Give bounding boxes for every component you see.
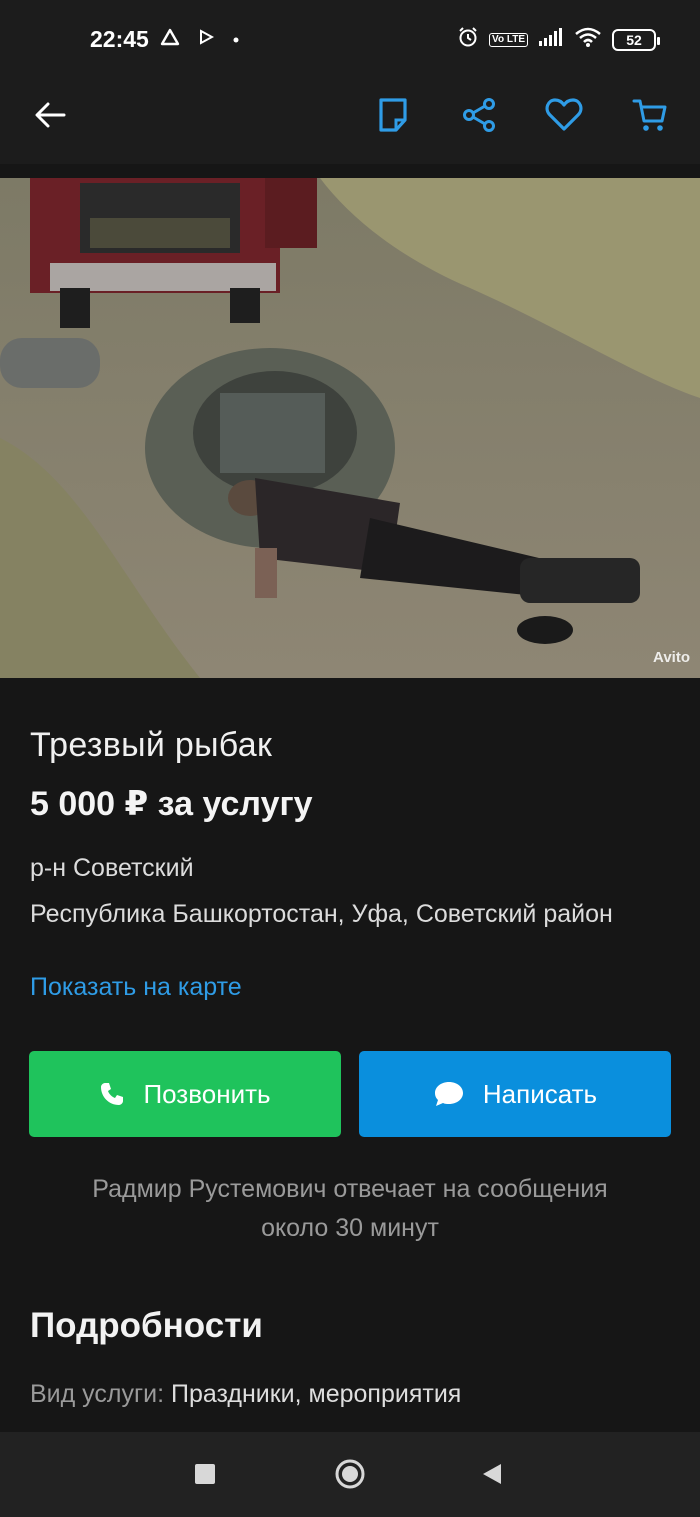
status-time: 22:45	[90, 26, 149, 52]
wifi-icon	[574, 26, 602, 53]
favorite-button[interactable]	[541, 92, 587, 138]
phone-icon	[101, 1083, 124, 1105]
call-button-label: Позвонить	[143, 1078, 271, 1109]
write-button[interactable]: Написать	[359, 1051, 671, 1137]
system-nav-bar	[0, 1432, 700, 1517]
recents-button[interactable]	[193, 1462, 217, 1486]
listing-photo[interactable]: Avito	[0, 178, 700, 678]
play-icon	[198, 29, 215, 50]
back-triangle-icon	[483, 1464, 501, 1484]
listing-address: Республика Башкортостан, Уфа, Советский …	[30, 900, 613, 928]
reply-line-2: около 30 минут	[261, 1214, 439, 1242]
note-icon	[379, 98, 407, 132]
status-left-icons	[160, 28, 240, 51]
detail-row-service-type: Вид услуги: Праздники, мероприятия	[30, 1380, 461, 1409]
reply-line-1: Радмир Рустемович отвечает на сообщения	[92, 1175, 608, 1203]
detail-value: Праздники, мероприятия	[170, 1380, 462, 1408]
back-button[interactable]	[27, 92, 73, 138]
cart-button[interactable]	[627, 92, 673, 138]
note-button[interactable]	[370, 92, 416, 138]
dot-icon	[232, 31, 240, 49]
fisherman-photo-image	[0, 178, 700, 678]
detail-key: Вид услуги:	[30, 1380, 165, 1408]
signal-icon	[538, 27, 564, 52]
listing-district: р-н Советский	[30, 854, 194, 882]
back-nav-button[interactable]	[480, 1462, 504, 1486]
call-button[interactable]: Позвонить	[29, 1051, 341, 1137]
home-button[interactable]	[334, 1458, 366, 1490]
status-bar: 22:45 Vo LTE 52	[0, 0, 700, 66]
battery-icon: 52	[612, 28, 660, 51]
recents-square-icon	[195, 1464, 215, 1484]
listing-price: 5 000 ₽ за услугу	[30, 785, 313, 823]
chat-bubble-icon	[434, 1082, 463, 1106]
details-heading: Подробности	[30, 1306, 263, 1345]
heart-icon	[545, 98, 583, 131]
cart-icon	[632, 99, 667, 131]
share-icon	[463, 98, 495, 132]
avito-watermark: Avito	[653, 649, 690, 666]
seller-reply-time: Радмир Рустемович отвечает на сообщения …	[0, 1170, 700, 1248]
show-on-map-link[interactable]: Показать на карте	[30, 973, 242, 1002]
write-button-label: Написать	[482, 1078, 598, 1109]
volte-icon: Vo LTE	[489, 32, 528, 47]
home-circle-icon	[335, 1459, 365, 1489]
status-right-icons: Vo LTE 52	[457, 26, 660, 53]
drive-icon	[160, 28, 180, 51]
back-arrow-icon	[35, 102, 66, 128]
top-toolbar	[0, 66, 700, 164]
listing-title: Трезвый рыбак	[30, 726, 273, 764]
share-button[interactable]	[456, 92, 502, 138]
alarm-icon	[457, 26, 479, 53]
